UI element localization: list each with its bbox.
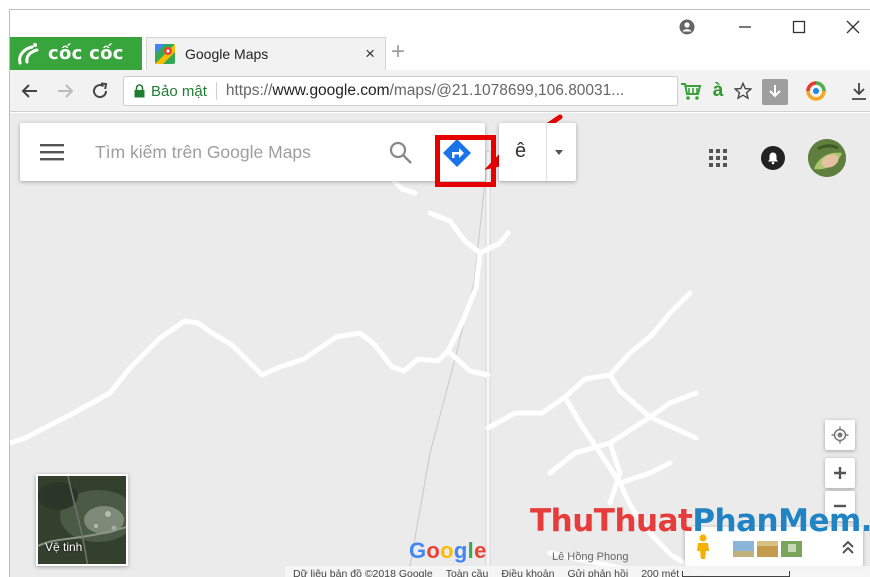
google-logo-o1: o: [426, 538, 441, 563]
zoom-in-button[interactable]: [825, 458, 855, 488]
url-text: https://www.google.com/maps/@21.1078699,…: [226, 82, 624, 100]
savior-download-extension[interactable]: [762, 79, 788, 105]
downloads-button[interactable]: [848, 80, 870, 102]
tab-title: Google Maps: [185, 46, 269, 62]
thuthuatphanmem-watermark: ThuThuatPhanMem.vn: [530, 503, 870, 539]
shopping-cart-icon: [681, 83, 702, 100]
map-copyright: Dữ liệu bản đồ ©2018 Google: [293, 568, 433, 577]
reload-icon: [93, 82, 108, 99]
vietnamese-typing-extension[interactable]: à: [707, 80, 729, 102]
coccoc-logo-icon: [18, 42, 39, 64]
watermark-part-3: Phan: [692, 503, 779, 539]
back-button[interactable]: [18, 79, 42, 103]
language-separator: [546, 123, 547, 181]
download-icon: [852, 83, 866, 100]
bookmark-star-button[interactable]: [732, 80, 754, 102]
apps-grid-icon[interactable]: [708, 148, 728, 168]
google-logo-e: e: [474, 538, 487, 563]
bell-icon: [768, 152, 778, 165]
tab-google-maps[interactable]: Google Maps ×: [146, 37, 386, 70]
scale-label: 200 mét: [641, 568, 680, 577]
google-logo: Google: [409, 538, 487, 564]
watermark-part-2: Thuat: [593, 503, 693, 539]
shopping-cart-extension[interactable]: [680, 80, 702, 102]
url-prefix: https://: [225, 82, 273, 99]
scale-bar[interactable]: 200 mét: [641, 568, 791, 577]
reload-button[interactable]: [88, 79, 112, 103]
url-host: www.google.com: [272, 82, 390, 99]
minimize-icon: [739, 26, 751, 28]
crosshair-location-icon: [831, 426, 849, 444]
language-switcher[interactable]: ê: [499, 123, 576, 181]
google-maps-favicon-icon: [155, 44, 175, 64]
browser-window: cốc cốc Google Maps × + Bảo mật https://…: [9, 9, 870, 577]
watermark-part-5: .vn: [861, 503, 870, 539]
directions-icon: [443, 139, 471, 167]
coccoc-brand-button[interactable]: cốc cốc: [10, 37, 142, 70]
directions-button[interactable]: [440, 136, 474, 170]
imagery-thumbnails-icon[interactable]: [733, 541, 803, 557]
terms-link[interactable]: Điều khoản: [501, 568, 554, 577]
feedback-link[interactable]: Gửi phản hồi: [567, 568, 628, 577]
google-logo-g2: g: [453, 538, 468, 563]
plus-icon: [834, 467, 846, 479]
street-label: Lê Hồng Phong: [552, 551, 629, 563]
satellite-label: Vệ tinh: [45, 540, 83, 554]
star-icon: [734, 82, 752, 100]
language-label: ê: [515, 140, 527, 162]
tab-close-icon[interactable]: ×: [365, 44, 375, 64]
user-circle-icon: [679, 19, 695, 35]
satellite-layer-toggle[interactable]: Vệ tinh: [36, 474, 128, 566]
menu-hamburger-icon[interactable]: [40, 143, 64, 161]
coccoc-rainbow-extension[interactable]: [805, 80, 827, 102]
maximize-icon: [792, 20, 806, 34]
minimize-button[interactable]: [730, 16, 760, 38]
close-window-button[interactable]: [838, 16, 868, 38]
terms-global-link[interactable]: Toàn cầu: [446, 568, 489, 577]
forward-button[interactable]: [53, 79, 77, 103]
map-search-box: [20, 123, 496, 187]
map-footer: Dữ liệu bản đồ ©2018 Google Toàn cầu Điề…: [285, 566, 870, 577]
avatar-photo-icon: [808, 139, 846, 177]
watermark-part-4: Mem: [778, 503, 861, 539]
arrow-right-icon: [58, 84, 74, 98]
secure-label: Bảo mật: [151, 82, 207, 100]
new-tab-button[interactable]: +: [388, 38, 408, 66]
url-path: /maps/@21.1078699,106.80031...: [389, 82, 625, 99]
map-canvas[interactable]: ê: [10, 113, 870, 577]
notifications-button[interactable]: [761, 146, 785, 170]
rainbow-circle-icon: [806, 81, 826, 101]
brand-name: cốc cốc: [48, 43, 124, 64]
google-logo-o2: o: [440, 538, 454, 563]
account-avatar[interactable]: [808, 139, 846, 177]
map-search-input[interactable]: [95, 137, 365, 167]
browser-toolbar: Bảo mật https://www.google.com/maps/@21.…: [10, 70, 870, 112]
watermark-part-1: Thu: [530, 503, 594, 539]
chevron-double-up-icon[interactable]: [841, 539, 855, 555]
caret-down-icon[interactable]: [555, 150, 563, 155]
address-separator: [215, 82, 217, 100]
scale-line: [682, 571, 791, 577]
maximize-button[interactable]: [784, 16, 814, 38]
address-bar[interactable]: Bảo mật https://www.google.com/maps/@21.…: [123, 76, 678, 106]
download-arrow-icon: [769, 85, 781, 98]
lock-icon: [134, 84, 145, 98]
close-icon: [846, 20, 860, 34]
my-location-button[interactable]: [825, 420, 855, 450]
google-logo-g: G: [409, 538, 427, 563]
title-bar: cốc cốc Google Maps × +: [10, 10, 870, 70]
arrow-left-icon: [21, 84, 37, 98]
search-icon[interactable]: [388, 140, 414, 166]
profile-icon[interactable]: [672, 16, 702, 38]
